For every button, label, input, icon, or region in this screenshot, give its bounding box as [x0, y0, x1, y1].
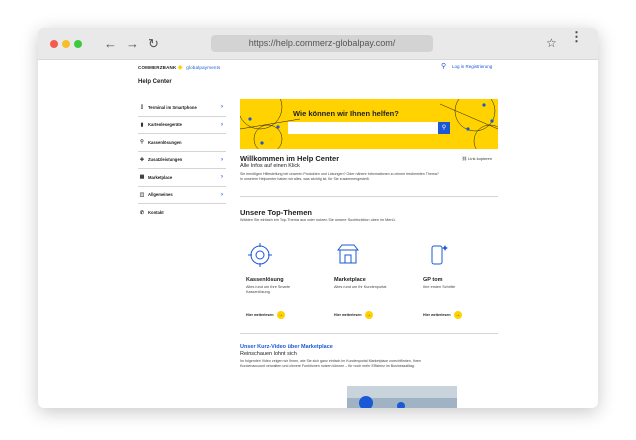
close-window-button[interactable] [50, 40, 58, 48]
divider [240, 196, 498, 197]
copy-link-label: Link kopieren [468, 156, 492, 161]
arrow-right-icon: → [364, 311, 373, 319]
pos-icon [246, 241, 326, 269]
topic-card-marketplace[interactable]: Marketplace Alles rund um Ihr Kundenport… [334, 241, 414, 319]
brand-logo[interactable]: COMMERZBANK ◆ globalpayments [138, 64, 221, 71]
hero-heading: Wie können wir Ihnen helfen? [293, 109, 399, 118]
sidebar-item-label: Zusatzleistungen [148, 157, 183, 163]
smartphone-icon [423, 241, 503, 269]
store-icon [334, 241, 414, 269]
browser-menu-icon[interactable]: ⋮ [570, 30, 583, 43]
topic-card-desc: Alles rund um Ihre Smarte Kassenlösung [246, 285, 291, 294]
video-thumbnail[interactable] [347, 386, 457, 408]
web-page: COMMERZBANK ◆ globalpayments ⚲ Log in Re… [38, 61, 598, 408]
read-more-link[interactable]: Hier weiterlesen → [246, 311, 285, 319]
link-icon: ⛓ [462, 156, 468, 161]
sidebar-item-label: Allgemeines [148, 192, 173, 198]
read-more-label: Hier weiterlesen [334, 313, 362, 317]
topic-card-desc: Ihre ersten Schritte [423, 285, 456, 289]
bookmark-star-icon[interactable]: ☆ [546, 36, 557, 50]
chat-icon: ◫ [139, 191, 145, 198]
topic-card-title: Kassenlösung [246, 277, 284, 283]
sidebar-item-kontakt[interactable]: ✆ Kontakt [138, 204, 226, 222]
video-thumbnail-shape [397, 402, 405, 408]
address-bar[interactable]: https://help.commerz-globalpay.com/ [211, 35, 433, 52]
sidebar-item-label: Kartenlesegeräte [148, 122, 182, 128]
maximize-window-button[interactable] [74, 40, 82, 48]
copy-link-button[interactable]: ⛓ Link kopieren [462, 156, 492, 161]
sidebar-item-zusatzleistungen[interactable]: ✚ Zusatzleistungen › [138, 152, 226, 169]
top-topics-heading: Unsere Top-Themen [240, 208, 312, 217]
video-subheading: Reinschauen lohnt sich [240, 351, 297, 357]
sidebar-item-label: Kassenlösungen [148, 139, 182, 145]
sidebar-item-label: Kontakt [148, 210, 164, 216]
arrow-right-icon: → [453, 311, 462, 319]
search-icon: ⚲ [441, 125, 447, 131]
forward-icon[interactable]: → [126, 36, 139, 52]
brand-mark-icon: ◆ [177, 65, 183, 71]
sidebar-item-kassenloesungen[interactable]: ⚲ Kassenlösungen [138, 134, 226, 152]
topic-card-kassenloesung[interactable]: Kassenlösung Alles rund um Ihre Smarte K… [246, 241, 326, 319]
read-more-label: Hier weiterlesen [246, 313, 274, 317]
sidebar-item-label: Terminal im Smartphone [148, 104, 197, 110]
browser-toolbar: ← → ↻ https://help.commerz-globalpay.com… [38, 28, 598, 60]
video-text: Im folgenden Video zeigen wir Ihnen, wie… [240, 359, 421, 368]
welcome-heading: Willkommen im Help Center [240, 154, 340, 163]
topic-card-title: GP tom [423, 277, 443, 283]
chevron-right-icon: › [221, 174, 223, 181]
chevron-right-icon: › [221, 104, 223, 111]
search-submit-button[interactable]: ⚲ [438, 122, 450, 134]
video-heading[interactable]: Unser Kurz-Video über Marketplace [240, 344, 333, 350]
card-reader-icon: ▮ [140, 121, 144, 128]
chevron-right-icon: › [221, 156, 223, 163]
chevron-right-icon: › [221, 121, 223, 128]
login-register-link[interactable]: Log in Registrierung [452, 64, 492, 69]
video-thumbnail-shape [359, 396, 373, 408]
help-search-input[interactable] [288, 122, 438, 134]
topic-card-title: Marketplace [334, 277, 366, 283]
smartphone-icon: ▯ [140, 104, 144, 111]
page-title: Help Center [138, 79, 172, 85]
divider [240, 333, 498, 334]
sidebar-item-marketplace[interactable]: ▦ Marketplace › [138, 169, 226, 187]
topic-card-desc: Alles rund um Ihr Kundenportal [334, 285, 387, 289]
arrow-right-icon: → [276, 311, 285, 319]
sidebar-item-terminal[interactable]: ▯ Terminal im Smartphone › [138, 99, 226, 117]
phone-icon: ✆ [139, 209, 145, 216]
sidebar-item-kartenlesegeraete[interactable]: ▮ Kartenlesegeräte › [138, 117, 226, 134]
read-more-link[interactable]: Hier weiterlesen → [334, 311, 373, 319]
back-icon[interactable]: ← [104, 36, 117, 52]
read-more-link[interactable]: Hier weiterlesen → [423, 311, 462, 319]
browser-window: ← → ↻ https://help.commerz-globalpay.com… [38, 28, 598, 408]
sidebar-item-allgemeines[interactable]: ◫ Allgemeines › [138, 187, 226, 204]
minimize-window-button[interactable] [62, 40, 70, 48]
read-more-label: Hier weiterlesen [423, 313, 451, 317]
chevron-right-icon: › [221, 191, 223, 198]
topic-card-gp-tom[interactable]: GP tom Ihre ersten Schritte Hier weiterl… [423, 241, 503, 319]
welcome-subheading: Alle Infos auf einen Klick [240, 163, 300, 169]
search-icon[interactable]: ⚲ [441, 62, 446, 70]
search-icon: ⚲ [140, 139, 144, 146]
brand-commerzbank: COMMERZBANK [138, 65, 177, 70]
welcome-text: Sie benötigen Hilfestellung bei unseren … [240, 172, 439, 181]
hero-search-banner: Wie können wir Ihnen helfen? ⚲ [240, 99, 498, 149]
reload-icon[interactable]: ↻ [148, 36, 159, 52]
sidebar: ▯ Terminal im Smartphone › ▮ Kartenleseg… [138, 99, 226, 222]
top-topics-text: Wählen Sie einfach ein Top-Thema aus ode… [240, 218, 396, 222]
puzzle-icon: ✚ [139, 156, 145, 163]
brand-globalpayments: globalpayments [186, 65, 221, 70]
sidebar-item-label: Marketplace [148, 174, 173, 180]
store-icon: ▦ [139, 174, 145, 181]
